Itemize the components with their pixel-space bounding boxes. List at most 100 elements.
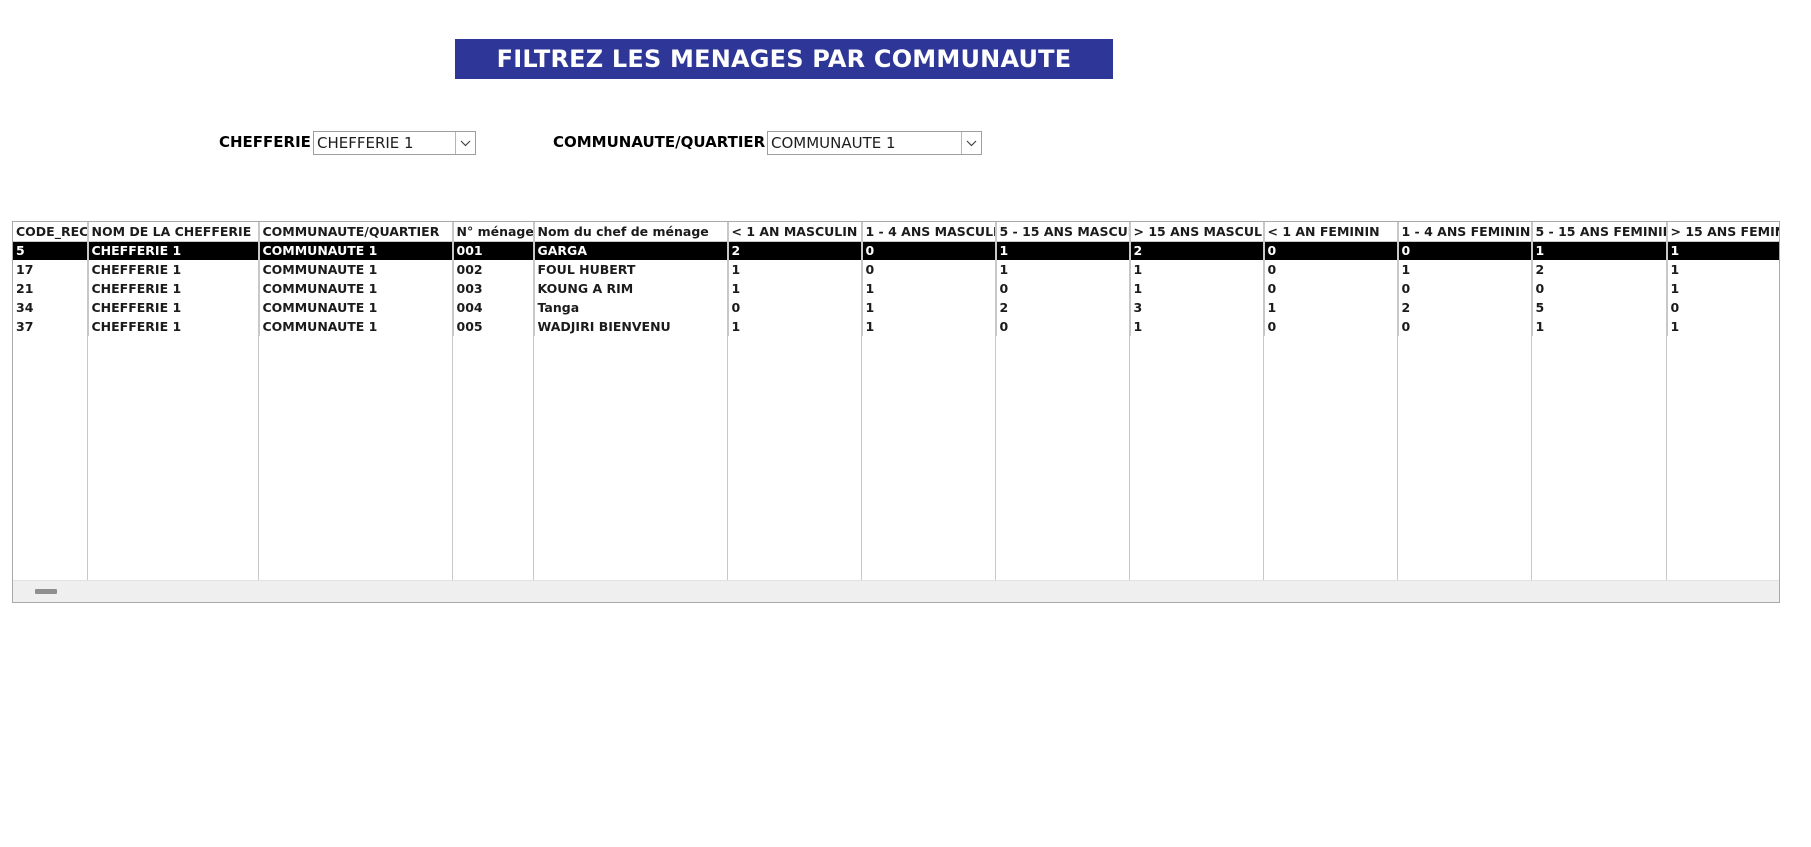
chefferie-label: CHEFFERIE [219,133,311,151]
scrollbar-thumb[interactable] [35,589,57,594]
chefferie-combobox-value: CHEFFERIE 1 [317,134,414,152]
table-cell: 1 [1398,260,1533,279]
table-cell: 1 [728,279,863,298]
table-cell: 001 [453,241,535,260]
table-cell: 1 [1130,317,1265,336]
table-cell: 1 [1130,279,1265,298]
table-row[interactable]: 17 CHEFFERIE 1 COMMUNAUTE 1 002 FOUL HUBERT 1… [13,260,1779,279]
table-row[interactable]: 34 CHEFFERIE 1 COMMUNAUTE 1 004 Tanga 0 1 2 3 1 2 5… [13,298,1779,317]
table-cell: COMMUNAUTE 1 [259,298,454,317]
table-cell: 1 [1264,298,1399,317]
table-row[interactable]: 21 CHEFFERIE 1 COMMUNAUTE 1 003 KOUNG A RIM 1… [13,279,1779,298]
table-cell: 5 [1532,298,1668,317]
table-cell: CHEFFERIE 1 [88,298,260,317]
table-cell: CHEFFERIE 1 [88,317,260,336]
table-cell: 1 [1667,317,1779,336]
column-header: NOM DE LA CHEFFERIE [88,222,260,242]
table-cell: 0 [862,260,997,279]
column-header: 1 - 4 ANS MASCULIN [862,222,997,242]
table-cell: 0 [1398,241,1533,260]
table-cell: 0 [1264,260,1399,279]
table-cell: COMMUNAUTE 1 [259,241,454,260]
table-cell: 2 [1130,241,1265,260]
table-cell: Tanga [534,298,729,317]
chevron-down-icon [966,140,977,146]
table-row[interactable]: 37 CHEFFERIE 1 COMMUNAUTE 1 005 WADJIRI BIEN… [13,317,1779,336]
column-header: N° ménage [453,222,535,242]
table-cell: 0 [1264,279,1399,298]
table-cell: GARGA [534,241,729,260]
table-cell: 37 [13,317,89,336]
table-cell: 0 [996,279,1131,298]
table-cell: 002 [453,260,535,279]
table-cell: CHEFFERIE 1 [88,279,260,298]
column-header: < 1 AN FEMININ [1264,222,1399,242]
table-cell: 0 [996,317,1131,336]
table-cell: 1 [1667,279,1779,298]
table-cell: 17 [13,260,89,279]
table-cell: 5 [13,241,89,260]
communaute-label: COMMUNAUTE/QUARTIER [553,133,766,151]
communaute-combobox[interactable]: COMMUNAUTE 1 [767,131,982,155]
table-cell: COMMUNAUTE 1 [259,279,454,298]
table-cell: COMMUNAUTE 1 [259,317,454,336]
table-cell: 2 [1532,260,1668,279]
table-cell: KOUNG A RIM [534,279,729,298]
table-cell: COMMUNAUTE 1 [259,260,454,279]
table-cell: 0 [1398,279,1533,298]
table-cell: 2 [1398,298,1533,317]
table-cell: 2 [728,241,863,260]
column-header: < 1 AN MASCULIN [728,222,863,242]
communaute-combobox-value: COMMUNAUTE 1 [771,134,896,152]
column-header: > 15 ANS FEMININ [1667,222,1779,242]
households-listbox[interactable]: CODE_RECORDNOM DE LA CHEFFERIECOMMUNAUTE… [12,221,1780,603]
table-cell: 2 [996,298,1131,317]
page-title-banner: FILTREZ LES MENAGES PAR COMMUNAUTE [455,39,1113,79]
table-cell: CHEFFERIE 1 [88,260,260,279]
table-header-row: CODE_RECORDNOM DE LA CHEFFERIECOMMUNAUTE… [13,222,1779,242]
table-cell: 1 [1130,260,1265,279]
table-cell: 1 [996,241,1131,260]
chefferie-dropdown-button[interactable] [455,132,475,154]
table-cell: 1 [996,260,1131,279]
table-cell: 0 [1667,298,1779,317]
page-title: FILTREZ LES MENAGES PAR COMMUNAUTE [496,45,1072,73]
table-cell: 0 [1264,317,1399,336]
listbox-content: CODE_RECORDNOM DE LA CHEFFERIECOMMUNAUTE… [13,222,1779,581]
table-cell: FOUL HUBERT [534,260,729,279]
table-cell: 0 [728,298,863,317]
table-row[interactable]: 5 CHEFFERIE 1 COMMUNAUTE 1 001 GARGA 2 0 1 2 0 0 1 1 [13,241,1779,260]
table-cell: 3 [1130,298,1265,317]
table-cell: 34 [13,298,89,317]
table-cell: 0 [862,241,997,260]
table-cell: 1 [1667,260,1779,279]
chevron-down-icon [460,140,471,146]
table-cell: 003 [453,279,535,298]
table-cell: 1 [862,279,997,298]
horizontal-scrollbar[interactable] [13,580,1779,602]
column-header: 1 - 4 ANS FEMININ [1398,222,1533,242]
table-cell: WADJIRI BIENVENU [534,317,729,336]
column-header: 5 - 15 ANS MASCULIN [996,222,1131,242]
table-cell: 21 [13,279,89,298]
table-cell: 1 [1532,317,1668,336]
column-header: COMMUNAUTE/QUARTIER [259,222,454,242]
column-header: > 15 ANS MASCULIN [1130,222,1265,242]
table-cell: 0 [1532,279,1668,298]
table-cell: 1 [728,317,863,336]
column-header: CODE_RECORD [13,222,89,242]
table-cell: 005 [453,317,535,336]
table-cell: CHEFFERIE 1 [88,241,260,260]
table-cell: 1 [1667,241,1779,260]
table-cell: 0 [1398,317,1533,336]
column-header: 5 - 15 ANS FEMININ [1532,222,1668,242]
table-cell: 1 [862,317,997,336]
table-cell: 004 [453,298,535,317]
communaute-dropdown-button[interactable] [961,132,981,154]
chefferie-combobox[interactable]: CHEFFERIE 1 [313,131,476,155]
table-cell: 1 [1532,241,1668,260]
column-header: Nom du chef de ménage [534,222,729,242]
households-table: CODE_RECORDNOM DE LA CHEFFERIECOMMUNAUTE… [13,222,1779,336]
table-cell: 1 [728,260,863,279]
table-cell: 0 [1264,241,1399,260]
